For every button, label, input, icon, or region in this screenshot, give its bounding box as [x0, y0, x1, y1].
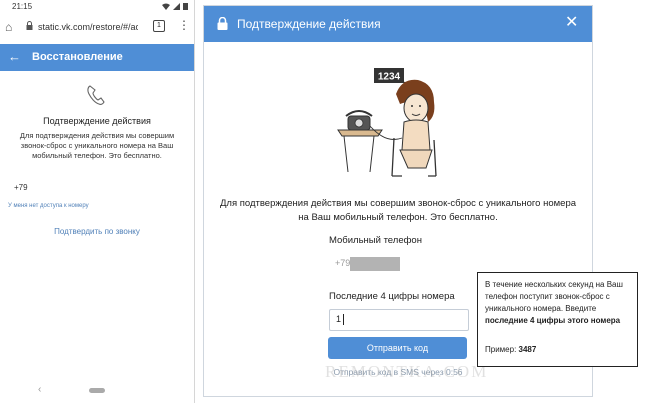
mobile-description: Для подтверждения действия мы совершим з…: [19, 131, 175, 160]
send-code-button[interactable]: Отправить код: [328, 337, 467, 359]
tooltip-text: В течение нескольких секунд на Ваш телеф…: [485, 279, 635, 327]
browser-url-bar: ⌂ static.vk.com/restore/#/ac 1 ⋮: [0, 15, 194, 41]
last-digits-label: Последние 4 цифры номера: [329, 291, 455, 302]
phone-number-redaction: [350, 257, 400, 271]
tabs-count-button[interactable]: 1: [153, 20, 165, 32]
no-access-link[interactable]: У меня нет доступа к номеру: [8, 203, 89, 209]
status-icons: [162, 2, 188, 12]
confirm-by-call-link[interactable]: Подтвердить по звонку: [0, 227, 194, 236]
mobile-screen: 21:15 ⌂ static.vk.com/restore/#/ac 1 ⋮ ←…: [0, 0, 195, 403]
lock-icon: [26, 21, 33, 30]
wifi-icon: [162, 3, 171, 10]
phone-prefix: +79: [335, 258, 351, 268]
lock-icon: [217, 17, 228, 30]
hint-tooltip: В течение нескольких секунд на Ваш телеф…: [477, 272, 638, 367]
back-arrow-icon[interactable]: ←: [8, 49, 21, 64]
close-icon[interactable]: ✕: [565, 14, 578, 32]
app-bar: ← Восстановление: [0, 44, 194, 71]
app-bar-title: Восстановление: [32, 51, 123, 63]
mobile-phone-field[interactable]: +79: [14, 183, 28, 192]
home-icon[interactable]: ⌂: [5, 20, 12, 34]
browser-menu-icon[interactable]: ⋮: [178, 19, 190, 31]
number-sign-text: 1234: [378, 72, 401, 83]
phone-label: Мобильный телефон: [329, 235, 422, 246]
dialog-title: Подтверждение действия: [237, 17, 381, 31]
tooltip-example-value: 3487: [518, 345, 537, 354]
signal-icon: [173, 3, 181, 10]
nav-home-pill[interactable]: [89, 388, 105, 393]
tooltip-example-label: Пример:: [485, 345, 517, 354]
status-time: 21:15: [12, 2, 33, 11]
mobile-heading: Подтверждение действия: [43, 116, 151, 126]
tooltip-text-bold: последние 4 цифры этого номера: [485, 316, 621, 325]
phone-field: +79: [329, 254, 469, 274]
status-bar: 21:15: [0, 0, 194, 14]
tooltip-text-part: В течение нескольких секунд на Ваш телеф…: [485, 280, 623, 313]
text-caret: [343, 314, 344, 325]
dialog-header: Подтверждение действия ✕: [204, 6, 592, 42]
tooltip-example: Пример: 3487: [485, 345, 536, 354]
last-digits-value: 1: [336, 314, 342, 324]
battery-icon: [183, 3, 188, 10]
dialog-description: Для подтверждения действия мы совершим з…: [219, 198, 577, 223]
android-nav-bar: ‹: [0, 380, 194, 403]
nav-back-icon[interactable]: ‹: [38, 384, 41, 395]
phone-handset-icon: [87, 85, 105, 105]
woman-with-phone-illustration: 1234: [337, 68, 437, 177]
last-digits-input[interactable]: 1: [329, 309, 469, 331]
url-text[interactable]: static.vk.com/restore/#/ac: [38, 22, 138, 32]
